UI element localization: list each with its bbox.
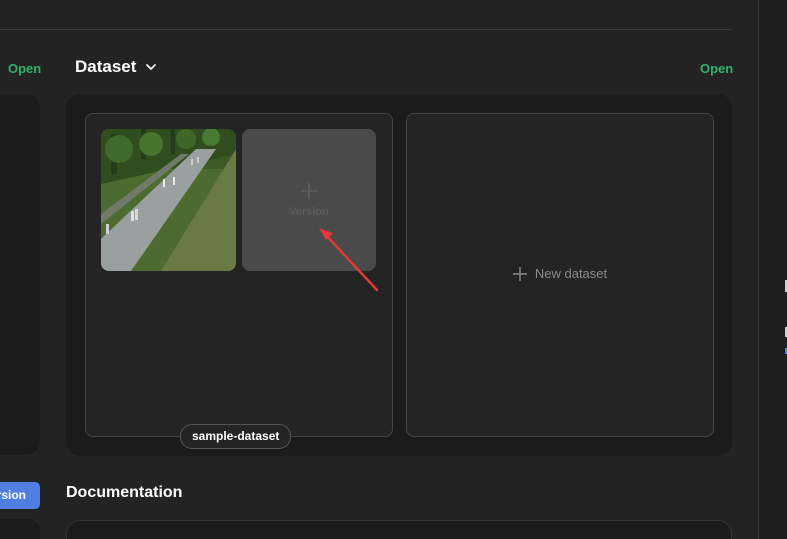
top-divider [0,29,732,30]
annotation-arrow-icon [319,228,379,292]
right-side-panel [758,0,787,539]
left-version-button-label: rsion [0,488,26,502]
dataset-thumbnail[interactable] [101,129,236,271]
dataset-dropdown[interactable]: Dataset [75,57,158,77]
chevron-down-icon [146,64,157,70]
dataset-thumbnail-image [101,129,236,271]
left-version-button[interactable]: rsion [0,482,40,509]
left-open-link[interactable]: Open [8,61,41,76]
documentation-title: Documentation [66,484,183,501]
documentation-panel [66,520,732,539]
dataset-open-link[interactable]: Open [700,61,733,76]
new-dataset-content: New dataset [407,266,713,281]
plus-icon [301,183,317,199]
left-panel [0,94,40,455]
new-dataset-card[interactable]: New dataset [406,113,714,437]
plus-icon [512,266,527,281]
app-page: Open rsion Dataset Open [0,0,787,539]
new-version-label: Version [289,206,329,218]
dataset-name-badge[interactable]: sample-dataset [180,424,292,449]
dataset-section-title: Dataset [75,57,137,76]
new-dataset-label: New dataset [534,266,608,281]
left-bottom-panel [0,519,40,539]
